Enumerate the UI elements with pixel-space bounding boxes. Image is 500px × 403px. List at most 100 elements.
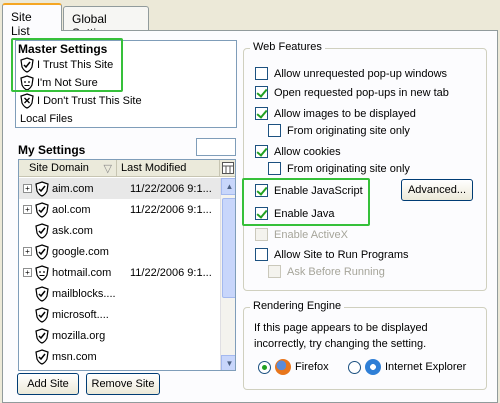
- table-row[interactable]: + hotmail.com 11/22/2006 9:1...: [19, 262, 220, 283]
- table-row[interactable]: mailblocks....: [19, 283, 220, 304]
- rendering-help-line2: incorrectly, try changing the setting.: [254, 338, 427, 350]
- site-domain: microsoft....: [52, 308, 109, 321]
- table-row[interactable]: ask.com: [19, 220, 220, 241]
- checkbox-enable-activex[interactable]: Enable ActiveX: [255, 228, 348, 241]
- tab-bar: Site List Global Settings: [0, 0, 500, 40]
- checkbox-label: Allow unrequested pop-up windows: [274, 67, 448, 80]
- table-row[interactable]: + google.com: [19, 241, 220, 262]
- table-row[interactable]: msn.com: [19, 346, 220, 367]
- web-features-title: Web Features: [250, 41, 325, 53]
- site-domain: hotmail.com: [52, 266, 112, 279]
- scroll-down-icon[interactable]: ▼: [221, 355, 235, 370]
- checkbox-label: Allow Site to Run Programs: [274, 248, 409, 261]
- remove-site-button[interactable]: Remove Site: [86, 373, 160, 395]
- checkbox-box[interactable]: [268, 162, 281, 175]
- expand-icon[interactable]: +: [23, 247, 32, 256]
- add-site-button[interactable]: Add Site: [17, 373, 79, 395]
- site-table-scrollbar[interactable]: ▲ ▼: [220, 178, 235, 370]
- radio-dot: [348, 360, 361, 374]
- shield-check-icon: [35, 201, 52, 218]
- checkbox-allow-cookies[interactable]: Allow cookies: [255, 145, 341, 158]
- internet-explorer-icon: [365, 359, 381, 375]
- site-rows: + aim.com 11/22/2006 9:1... + aol.com 11/22/2…: [19, 178, 220, 370]
- checkbox-allow-site-to-run-programs[interactable]: Allow Site to Run Programs: [255, 248, 409, 261]
- radio-internet-explorer[interactable]: Internet Explorer: [348, 359, 466, 375]
- advanced-button[interactable]: Advanced...: [401, 179, 473, 201]
- checkbox-from-originating-site-only-cookies[interactable]: From originating site only: [268, 162, 410, 175]
- highlight-master-settings: [11, 38, 123, 92]
- checkbox-box[interactable]: [255, 145, 268, 158]
- checkbox-open-requested-pop-ups-in-new-tab[interactable]: Open requested pop-ups in new tab: [255, 86, 449, 99]
- radio-dot: [258, 360, 271, 374]
- column-label: Site Domain: [29, 162, 89, 174]
- expand-icon[interactable]: +: [23, 268, 32, 277]
- table-row[interactable]: + aim.com 11/22/2006 9:1...: [19, 178, 220, 199]
- site-domain: aol.com: [52, 203, 91, 216]
- checkbox-label: Ask Before Running: [287, 265, 385, 278]
- shield-check-icon: [35, 348, 52, 365]
- site-table: Site Domain ▽ Last Modified + aim.com 11/2…: [18, 159, 236, 371]
- scroll-thumb[interactable]: [222, 198, 235, 298]
- checkbox-label: Enable ActiveX: [274, 228, 348, 241]
- checkbox-allow-images-to-be-displayed[interactable]: Allow images to be displayed: [255, 107, 416, 120]
- master-item-dont-trust[interactable]: I Don't Trust This Site: [20, 93, 142, 109]
- site-last-modified: 11/22/2006 9:1...: [130, 182, 212, 195]
- checkbox-box[interactable]: [268, 265, 281, 278]
- checkbox-box[interactable]: [255, 107, 268, 120]
- checkbox-box[interactable]: [255, 228, 268, 241]
- expand-icon[interactable]: +: [23, 184, 32, 193]
- checkbox-box[interactable]: [255, 248, 268, 261]
- tab-global-settings[interactable]: Global Settings: [63, 6, 149, 40]
- filter-input[interactable]: [196, 138, 236, 156]
- radio-label: Internet Explorer: [385, 361, 467, 373]
- checkbox-box[interactable]: [268, 124, 281, 137]
- site-domain: aim.com: [52, 182, 94, 195]
- shield-check-icon: [35, 285, 52, 302]
- shield-x-icon: [20, 93, 34, 109]
- site-domain: ask.com: [52, 224, 93, 237]
- site-last-modified: 11/22/2006 9:1...: [130, 203, 212, 216]
- master-item-label: Local Files: [20, 113, 73, 125]
- radio-label: Firefox: [295, 361, 329, 373]
- column-picker-icon[interactable]: [220, 160, 235, 177]
- checkbox-ask-before-running[interactable]: Ask Before Running: [268, 265, 385, 278]
- tab-site-list[interactable]: Site List: [2, 3, 62, 38]
- column-header-site-domain[interactable]: Site Domain ▽: [19, 160, 117, 177]
- checkbox-allow-unrequested-pop-up-windows[interactable]: Allow unrequested pop-up windows: [255, 67, 447, 80]
- shield-neutral-icon: [35, 264, 52, 281]
- master-item-label: I Don't Trust This Site: [37, 95, 142, 107]
- radio-firefox[interactable]: Firefox: [258, 359, 329, 375]
- checkbox-from-originating-site-only-images[interactable]: From originating site only: [268, 124, 410, 137]
- scroll-up-icon[interactable]: ▲: [221, 178, 235, 195]
- table-row[interactable]: + aol.com 11/22/2006 9:1...: [19, 199, 220, 220]
- firefox-icon: [275, 359, 291, 375]
- shield-check-icon: [35, 180, 52, 197]
- site-domain: google.com: [52, 245, 109, 258]
- checkbox-label: From originating site only: [287, 162, 410, 175]
- site-domain: msn.com: [52, 350, 97, 363]
- table-row[interactable]: microsoft....: [19, 304, 220, 325]
- checkbox-label: From originating site only: [287, 124, 410, 137]
- checkbox-label: Allow images to be displayed: [274, 107, 416, 120]
- site-domain: mailblocks....: [52, 287, 116, 300]
- checkbox-box[interactable]: [255, 86, 268, 99]
- highlight-javascript-java: [242, 178, 370, 226]
- table-row[interactable]: mozilla.org: [19, 325, 220, 346]
- expand-icon[interactable]: +: [23, 205, 32, 214]
- master-item-local-files[interactable]: Local Files: [20, 111, 73, 127]
- column-header-last-modified[interactable]: Last Modified: [117, 160, 220, 177]
- checkbox-label: Open requested pop-ups in new tab: [274, 86, 449, 99]
- site-last-modified: 11/22/2006 9:1...: [130, 266, 212, 279]
- rendering-engine-title: Rendering Engine: [250, 300, 345, 312]
- my-settings-title: My Settings: [18, 143, 86, 157]
- shield-check-icon: [35, 222, 52, 239]
- checkbox-label: Allow cookies: [274, 145, 341, 158]
- table-row[interactable]: +netscape....11/22/2006 9:1...: [19, 367, 220, 370]
- shield-check-icon: [35, 327, 52, 344]
- shield-check-icon: [35, 369, 52, 370]
- shield-check-icon: [35, 243, 52, 260]
- site-domain: mozilla.org: [52, 329, 106, 342]
- rendering-help-line1: If this page appears to be displayed: [254, 322, 428, 334]
- checkbox-box[interactable]: [255, 67, 268, 80]
- sort-arrow-icon: ▽: [103, 163, 112, 175]
